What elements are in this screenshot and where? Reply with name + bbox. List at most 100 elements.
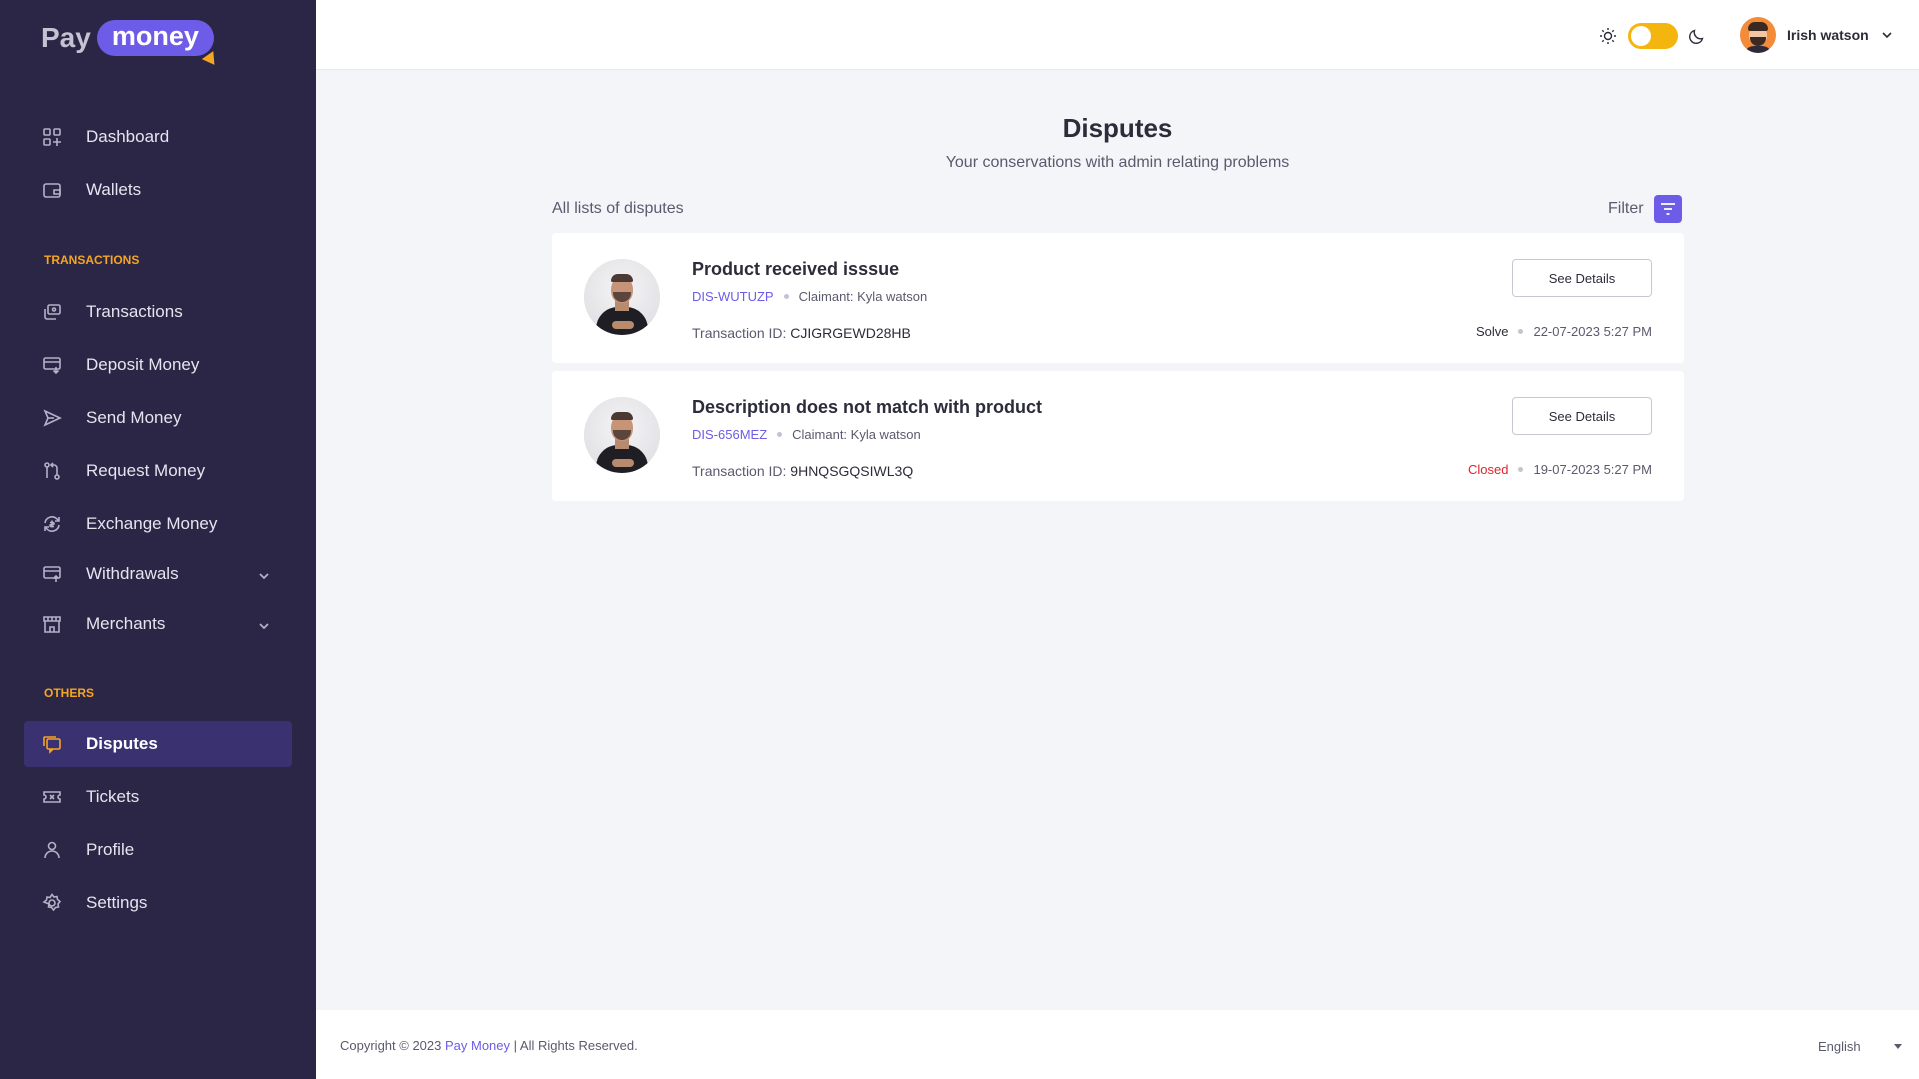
sidebar-item-label: Request Money — [86, 461, 206, 480]
deposit-icon — [42, 355, 62, 375]
sidebar-item-label: Wallets — [86, 180, 142, 199]
logo-money-badge: money — [96, 20, 221, 69]
sidebar-item-withdrawals[interactable]: Withdrawals — [24, 551, 292, 597]
sidebar-item-profile[interactable]: Profile — [24, 827, 292, 873]
transaction-info: Transaction ID: CJIGRGEWD28HB — [692, 325, 911, 341]
sidebar-item-label: Disputes — [86, 734, 158, 753]
dispute-date: 19-07-2023 5:27 PM — [1533, 462, 1652, 477]
sidebar-item-transactions[interactable]: Transactions — [24, 289, 292, 335]
section-label-transactions: TRANSACTIONS — [44, 253, 140, 267]
merchant-icon — [42, 614, 62, 634]
page-subtitle: Your conservations with admin relating p… — [945, 154, 1290, 171]
sidebar-item-send-money[interactable]: Send Money — [24, 395, 292, 441]
sidebar-item-tickets[interactable]: Tickets — [24, 774, 292, 820]
sidebar-item-label: Withdrawals — [86, 564, 179, 583]
theme-toggle-knob — [1631, 26, 1651, 46]
language-select[interactable]: English — [1818, 1034, 1902, 1058]
claimant-photo — [584, 259, 660, 335]
dispute-title: Description does not match with product — [692, 397, 1043, 417]
app-logo[interactable]: Pay money — [41, 20, 221, 69]
sidebar-item-label: Transactions — [86, 302, 183, 321]
dispute-claimant: Claimant: Kyla watson — [792, 427, 921, 442]
wallet-icon — [42, 180, 62, 200]
dashboard-icon — [42, 127, 62, 147]
filter-button[interactable] — [1653, 195, 1682, 223]
logo-cursor-icon — [201, 51, 221, 69]
copyright-text: Copyright © 2023 Pay Money | All Rights … — [340, 1038, 638, 1053]
transaction-info: Transaction ID: 9HNQSGQSIWL3Q — [692, 463, 913, 479]
see-details-button[interactable]: See Details — [1512, 259, 1652, 297]
sidebar-item-request-money[interactable]: Request Money — [24, 448, 292, 494]
dispute-status-row: Closed 19-07-2023 5:27 PM — [1468, 462, 1652, 477]
send-icon — [42, 408, 62, 428]
request-icon — [42, 461, 62, 481]
moon-icon — [1689, 29, 1704, 44]
logo-money-text: money — [111, 21, 199, 51]
separator-dot — [777, 432, 783, 437]
settings-icon — [42, 893, 62, 913]
dispute-date: 22-07-2023 5:27 PM — [1533, 324, 1652, 339]
sun-icon — [1600, 28, 1616, 44]
copyright-prefix: Copyright © 2023 — [340, 1038, 442, 1053]
chevron-down-icon[interactable] — [258, 617, 270, 637]
dispute-title: Product received isssue — [692, 259, 900, 279]
dispute-meta: DIS-656MEZ Claimant: Kyla watson — [692, 427, 921, 442]
transaction-id: CJIGRGEWD28HB — [790, 325, 911, 341]
sidebar-item-label: Merchants — [86, 614, 166, 633]
sidebar-item-deposit-money[interactable]: Deposit Money — [24, 342, 292, 388]
chevron-down-icon[interactable] — [258, 567, 270, 587]
ticket-icon — [42, 787, 62, 807]
transaction-id: 9HNQSGQSIWL3Q — [790, 463, 914, 479]
caret-down-icon — [1894, 1043, 1902, 1049]
filter-control[interactable]: Filter — [1608, 195, 1682, 223]
logo-pay-text: Pay — [41, 22, 91, 53]
dispute-meta: DIS-WUTUZP Claimant: Kyla watson — [692, 289, 927, 304]
user-name: Irish watson — [1787, 27, 1869, 43]
top-header — [316, 0, 1919, 70]
page-footer: Copyright © 2023 Pay Money | All Rights … — [316, 1010, 1919, 1079]
separator-dot — [783, 294, 789, 299]
user-menu[interactable]: Irish watson — [1740, 17, 1893, 53]
withdraw-icon — [42, 564, 62, 584]
copyright-suffix: | All Rights Reserved. — [513, 1038, 638, 1053]
sidebar-item-wallets[interactable]: Wallets — [24, 167, 292, 213]
disputes-icon — [42, 734, 62, 754]
dispute-id-link[interactable]: DIS-WUTUZP — [692, 289, 774, 304]
dispute-status-row: Solve 22-07-2023 5:27 PM — [1476, 324, 1652, 339]
sidebar-item-disputes[interactable]: Disputes — [24, 721, 292, 767]
list-label: All lists of disputes — [552, 200, 684, 217]
chevron-down-icon — [1882, 32, 1892, 39]
claimant-photo — [584, 397, 660, 473]
sidebar-item-label: Send Money — [86, 408, 182, 427]
transaction-label: Transaction ID: — [692, 325, 787, 341]
transaction-label: Transaction ID: — [692, 463, 787, 479]
filter-icon — [1660, 203, 1675, 215]
sidebar-item-label: Dashboard — [86, 127, 170, 146]
sidebar-item-merchants[interactable]: Merchants — [24, 601, 292, 647]
page-title: Disputes — [1062, 113, 1173, 143]
sidebar-item-label: Profile — [86, 840, 135, 859]
sidebar-item-dashboard[interactable]: Dashboard — [24, 114, 292, 160]
status-badge: Solve — [1475, 324, 1509, 339]
footer-brand-link[interactable]: Pay Money — [445, 1038, 510, 1053]
dispute-claimant: Claimant: Kyla watson — [798, 289, 928, 304]
theme-toggle[interactable] — [1628, 23, 1678, 49]
separator-dot — [1518, 329, 1524, 334]
status-badge: Closed — [1468, 462, 1509, 477]
transactions-icon — [42, 302, 62, 322]
profile-icon — [42, 840, 62, 860]
section-label-others: OTHERS — [44, 686, 95, 700]
sidebar-item-settings[interactable]: Settings — [24, 880, 292, 926]
exchange-icon — [42, 514, 62, 534]
see-details-button[interactable]: See Details — [1512, 397, 1652, 435]
dispute-card: Description does not match with product … — [552, 371, 1684, 501]
dispute-id-link[interactable]: DIS-656MEZ — [692, 427, 767, 442]
sidebar-item-label: Tickets — [86, 787, 140, 806]
separator-dot — [1518, 467, 1524, 472]
language-value: English — [1818, 1038, 1861, 1054]
sidebar-item-exchange-money[interactable]: Exchange Money — [24, 501, 292, 547]
sidebar: Pay money Dashboard Wallets TRANSACTIONS… — [0, 0, 316, 1079]
dispute-card: Product received isssue DIS-WUTUZP Claim… — [552, 233, 1684, 363]
avatar — [1740, 17, 1776, 53]
sidebar-item-label: Settings — [86, 893, 148, 912]
